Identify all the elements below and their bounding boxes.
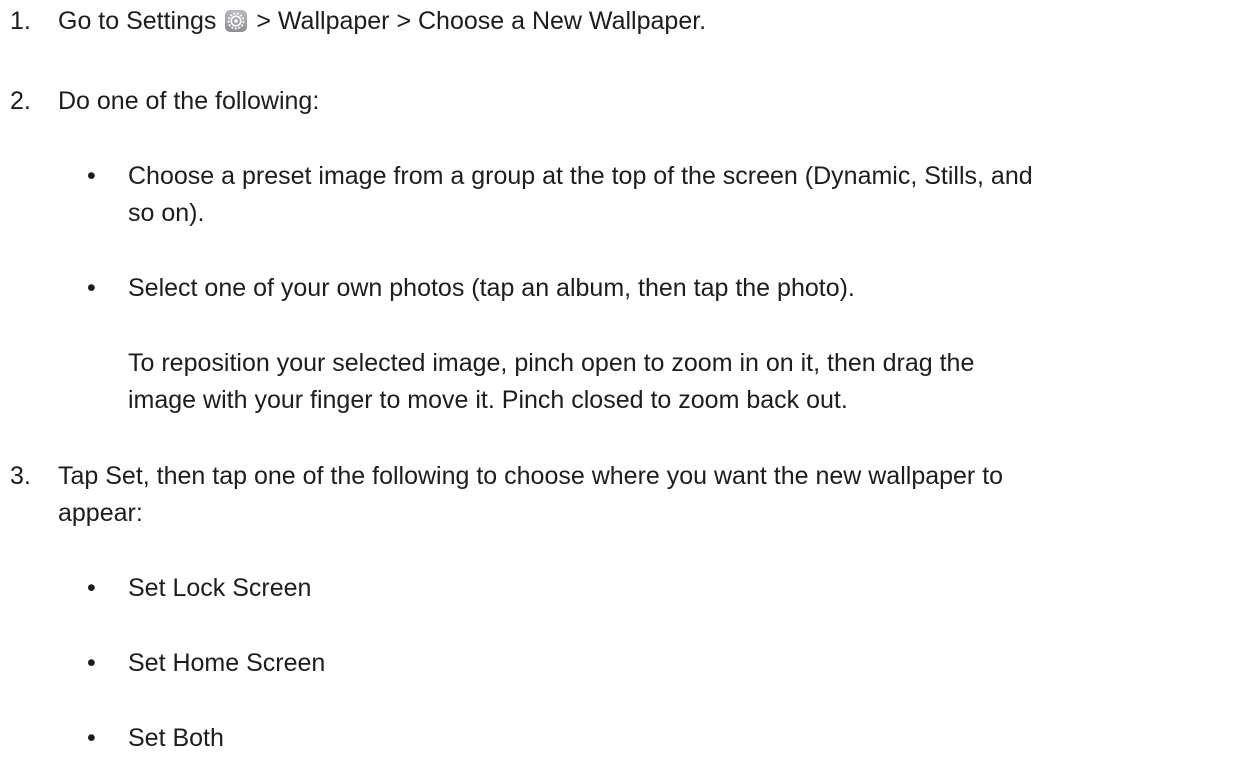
step-number: 2.	[10, 87, 31, 115]
bullet-dot: •	[87, 574, 96, 602]
step-text: Tap Set, then tap one of the following t…	[58, 458, 1228, 532]
bullet-text: Set Home Screen	[128, 649, 326, 677]
step-line: appear:	[58, 499, 143, 527]
instructions-page: 1. Go to Settings > Wallpaper > Choose a…	[0, 0, 1239, 765]
step-number: 1.	[10, 7, 31, 35]
bullet-dot: •	[87, 274, 96, 302]
bullet-dot: •	[87, 649, 96, 677]
bullet-text: Set Lock Screen	[128, 574, 312, 602]
bullet-text: Select one of your own photos (tap an al…	[128, 270, 1228, 307]
bullet-line: Choose a preset image from a group at th…	[128, 162, 1033, 190]
step-line: Tap Set, then tap one of the following t…	[58, 462, 1004, 490]
settings-gear-icon	[225, 10, 248, 32]
bullet-line: Select one of your own photos (tap an al…	[128, 274, 855, 302]
bullet-dot: •	[87, 724, 96, 752]
step-text: Go to Settings > Wallpaper > Choose a Ne…	[58, 3, 1228, 40]
step-text: Do one of the following:	[58, 87, 320, 115]
step-text-part: Go to Settings	[58, 7, 217, 35]
bullet-text: Choose a preset image from a group at th…	[128, 158, 1228, 232]
step-number: 3.	[10, 462, 31, 490]
bullet-text: Set Both	[128, 724, 224, 752]
step-text-part: > Wallpaper > Choose a New Wallpaper.	[256, 7, 707, 35]
reposition-note: To reposition your selected image, pinch…	[128, 345, 1228, 419]
note-line: To reposition your selected image, pinch…	[128, 349, 975, 377]
bullet-line: so on).	[128, 199, 205, 227]
bullet-dot: •	[87, 162, 96, 190]
note-line: image with your finger to move it. Pinch…	[128, 386, 848, 414]
